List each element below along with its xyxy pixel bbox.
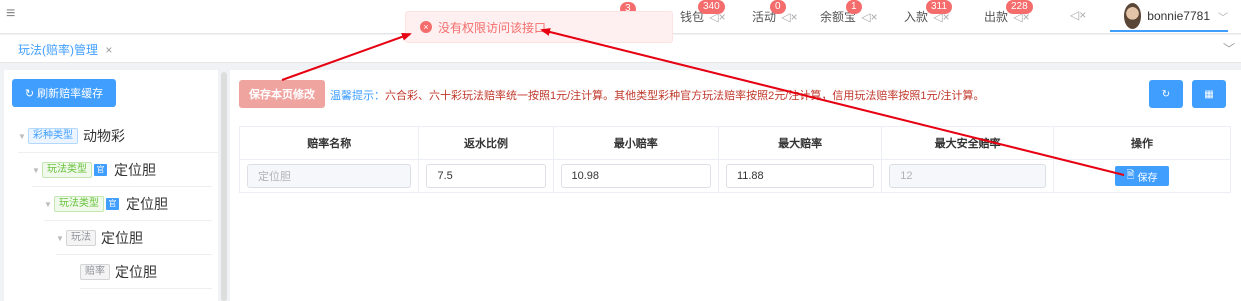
tree-node-play-type[interactable]: ▼ 玩法类型 官 定位胆 <box>32 154 212 187</box>
table-row: 定位胆 7.5 10.98 11.88 12 🗎 保存 <box>238 159 1231 193</box>
deposit-badge: 311 <box>926 0 952 14</box>
tag: 玩法类型 <box>42 162 92 178</box>
main-panel: 保存本页修改 温馨提示：六合彩、六十彩玩法赔率统一按照1元/注计算。其他类型彩种… <box>230 70 1241 301</box>
extra-mute-icon[interactable]: ◁× <box>1068 8 1086 22</box>
tag: 玩法 <box>66 230 96 246</box>
tag: 彩种类型 <box>28 128 78 144</box>
refresh-odds-cache-button[interactable]: ↻ 刷新赔率缓存 <box>12 79 116 107</box>
row-save-button[interactable]: 🗎 保存 <box>1115 166 1170 186</box>
columns-button[interactable]: ▦ <box>1192 80 1226 108</box>
error-toast: × 没有权限访问该接口 <box>405 11 673 43</box>
tree-node-lottery-type[interactable]: ▼ 彩种类型 动物彩 <box>18 120 218 153</box>
rebate-field[interactable]: 7.5 <box>426 164 546 188</box>
save-page-button[interactable]: 保存本页修改 <box>239 80 325 108</box>
nav-deposit[interactable]: 入款 311 ◁× <box>904 0 952 25</box>
error-icon: × <box>420 21 432 33</box>
refresh-icon: ↻ <box>1161 88 1171 100</box>
refresh-button[interactable]: ↻ <box>1149 80 1183 108</box>
tree-node-odds[interactable]: 赔率 定位胆 <box>80 256 212 289</box>
chevron-down-icon[interactable]: ▼ <box>18 132 28 141</box>
menu-icon[interactable]: ≡ <box>6 5 15 23</box>
chevron-down-icon[interactable]: ▼ <box>32 166 42 175</box>
min-odds-field[interactable]: 10.98 <box>560 164 711 188</box>
chevron-down-icon[interactable]: ▼ <box>56 234 66 243</box>
withdraw-badge: 228 <box>1006 0 1033 14</box>
table-header-row: 赔率名称 返水比例 最小赔率 最大赔率 最大安全赔率 操作 <box>238 126 1231 160</box>
refresh-icon: ↻ <box>24 87 35 100</box>
column-header: 最小赔率 <box>552 126 719 160</box>
tabs-dropdown-icon[interactable]: ﹀ <box>1223 40 1235 57</box>
odds-name-field: 定位胆 <box>247 164 412 188</box>
nav-activity[interactable]: 活动 0 ◁× <box>752 0 798 25</box>
tab-odds-management[interactable]: 玩法(赔率)管理 × <box>18 41 112 58</box>
max-safe-odds-field: 12 <box>889 164 1047 188</box>
tree-panel: ↻ 刷新赔率缓存 ▼ 彩种类型 动物彩 ▼ 玩法类型 官 定位胆 ▼ 玩法类型 … <box>4 70 218 301</box>
nav-withdraw[interactable]: 出款 228 ◁× <box>984 0 1033 25</box>
tree-node-play-type[interactable]: ▼ 玩法类型 官 定位胆 <box>44 188 212 221</box>
avatar <box>1124 3 1142 29</box>
yuebao-badge: 1 <box>846 0 862 14</box>
user-menu[interactable]: bonnie7781 ﹀ <box>1110 2 1228 32</box>
chevron-down-icon: ﹀ <box>1218 12 1228 24</box>
column-header: 最大安全赔率 <box>881 126 1055 160</box>
column-header: 最大赔率 <box>717 126 883 160</box>
chevron-down-icon[interactable]: ▼ <box>44 200 54 209</box>
tree-node-play[interactable]: ▼ 玩法 定位胆 <box>56 222 212 255</box>
document-icon: 🗎 <box>1126 169 1135 181</box>
close-icon[interactable]: × <box>105 43 112 57</box>
column-header: 操作 <box>1053 126 1231 160</box>
official-icon: 官 <box>106 198 119 210</box>
wallet-badge: 340 <box>698 0 725 14</box>
official-icon: 官 <box>94 164 107 176</box>
activity-badge: 0 <box>770 0 786 14</box>
mute-icon[interactable]: ◁× <box>861 10 877 24</box>
tag: 玩法类型 <box>54 196 104 212</box>
panel-splitter[interactable] <box>221 72 227 301</box>
toast-message: 没有权限访问该接口 <box>438 20 547 35</box>
nav-yuebao[interactable]: 余额宝 1 ◁× <box>820 0 878 25</box>
max-odds-field[interactable]: 11.88 <box>725 164 875 188</box>
nav-wallet[interactable]: 钱包 340 ◁× <box>680 0 726 25</box>
odds-table: 赔率名称 返水比例 最小赔率 最大赔率 最大安全赔率 操作 定位胆 7.5 10… <box>238 126 1231 193</box>
column-header: 返水比例 <box>418 126 554 160</box>
user-name: bonnie7781 <box>1147 9 1210 23</box>
grid-icon: ▦ <box>1204 88 1214 100</box>
column-header: 赔率名称 <box>238 126 420 160</box>
tag: 赔率 <box>80 264 110 280</box>
notice-tip: 温馨提示：六合彩、六十彩玩法赔率统一按照1元/注计算。其他类型彩种官方玩法赔率按… <box>330 90 985 102</box>
